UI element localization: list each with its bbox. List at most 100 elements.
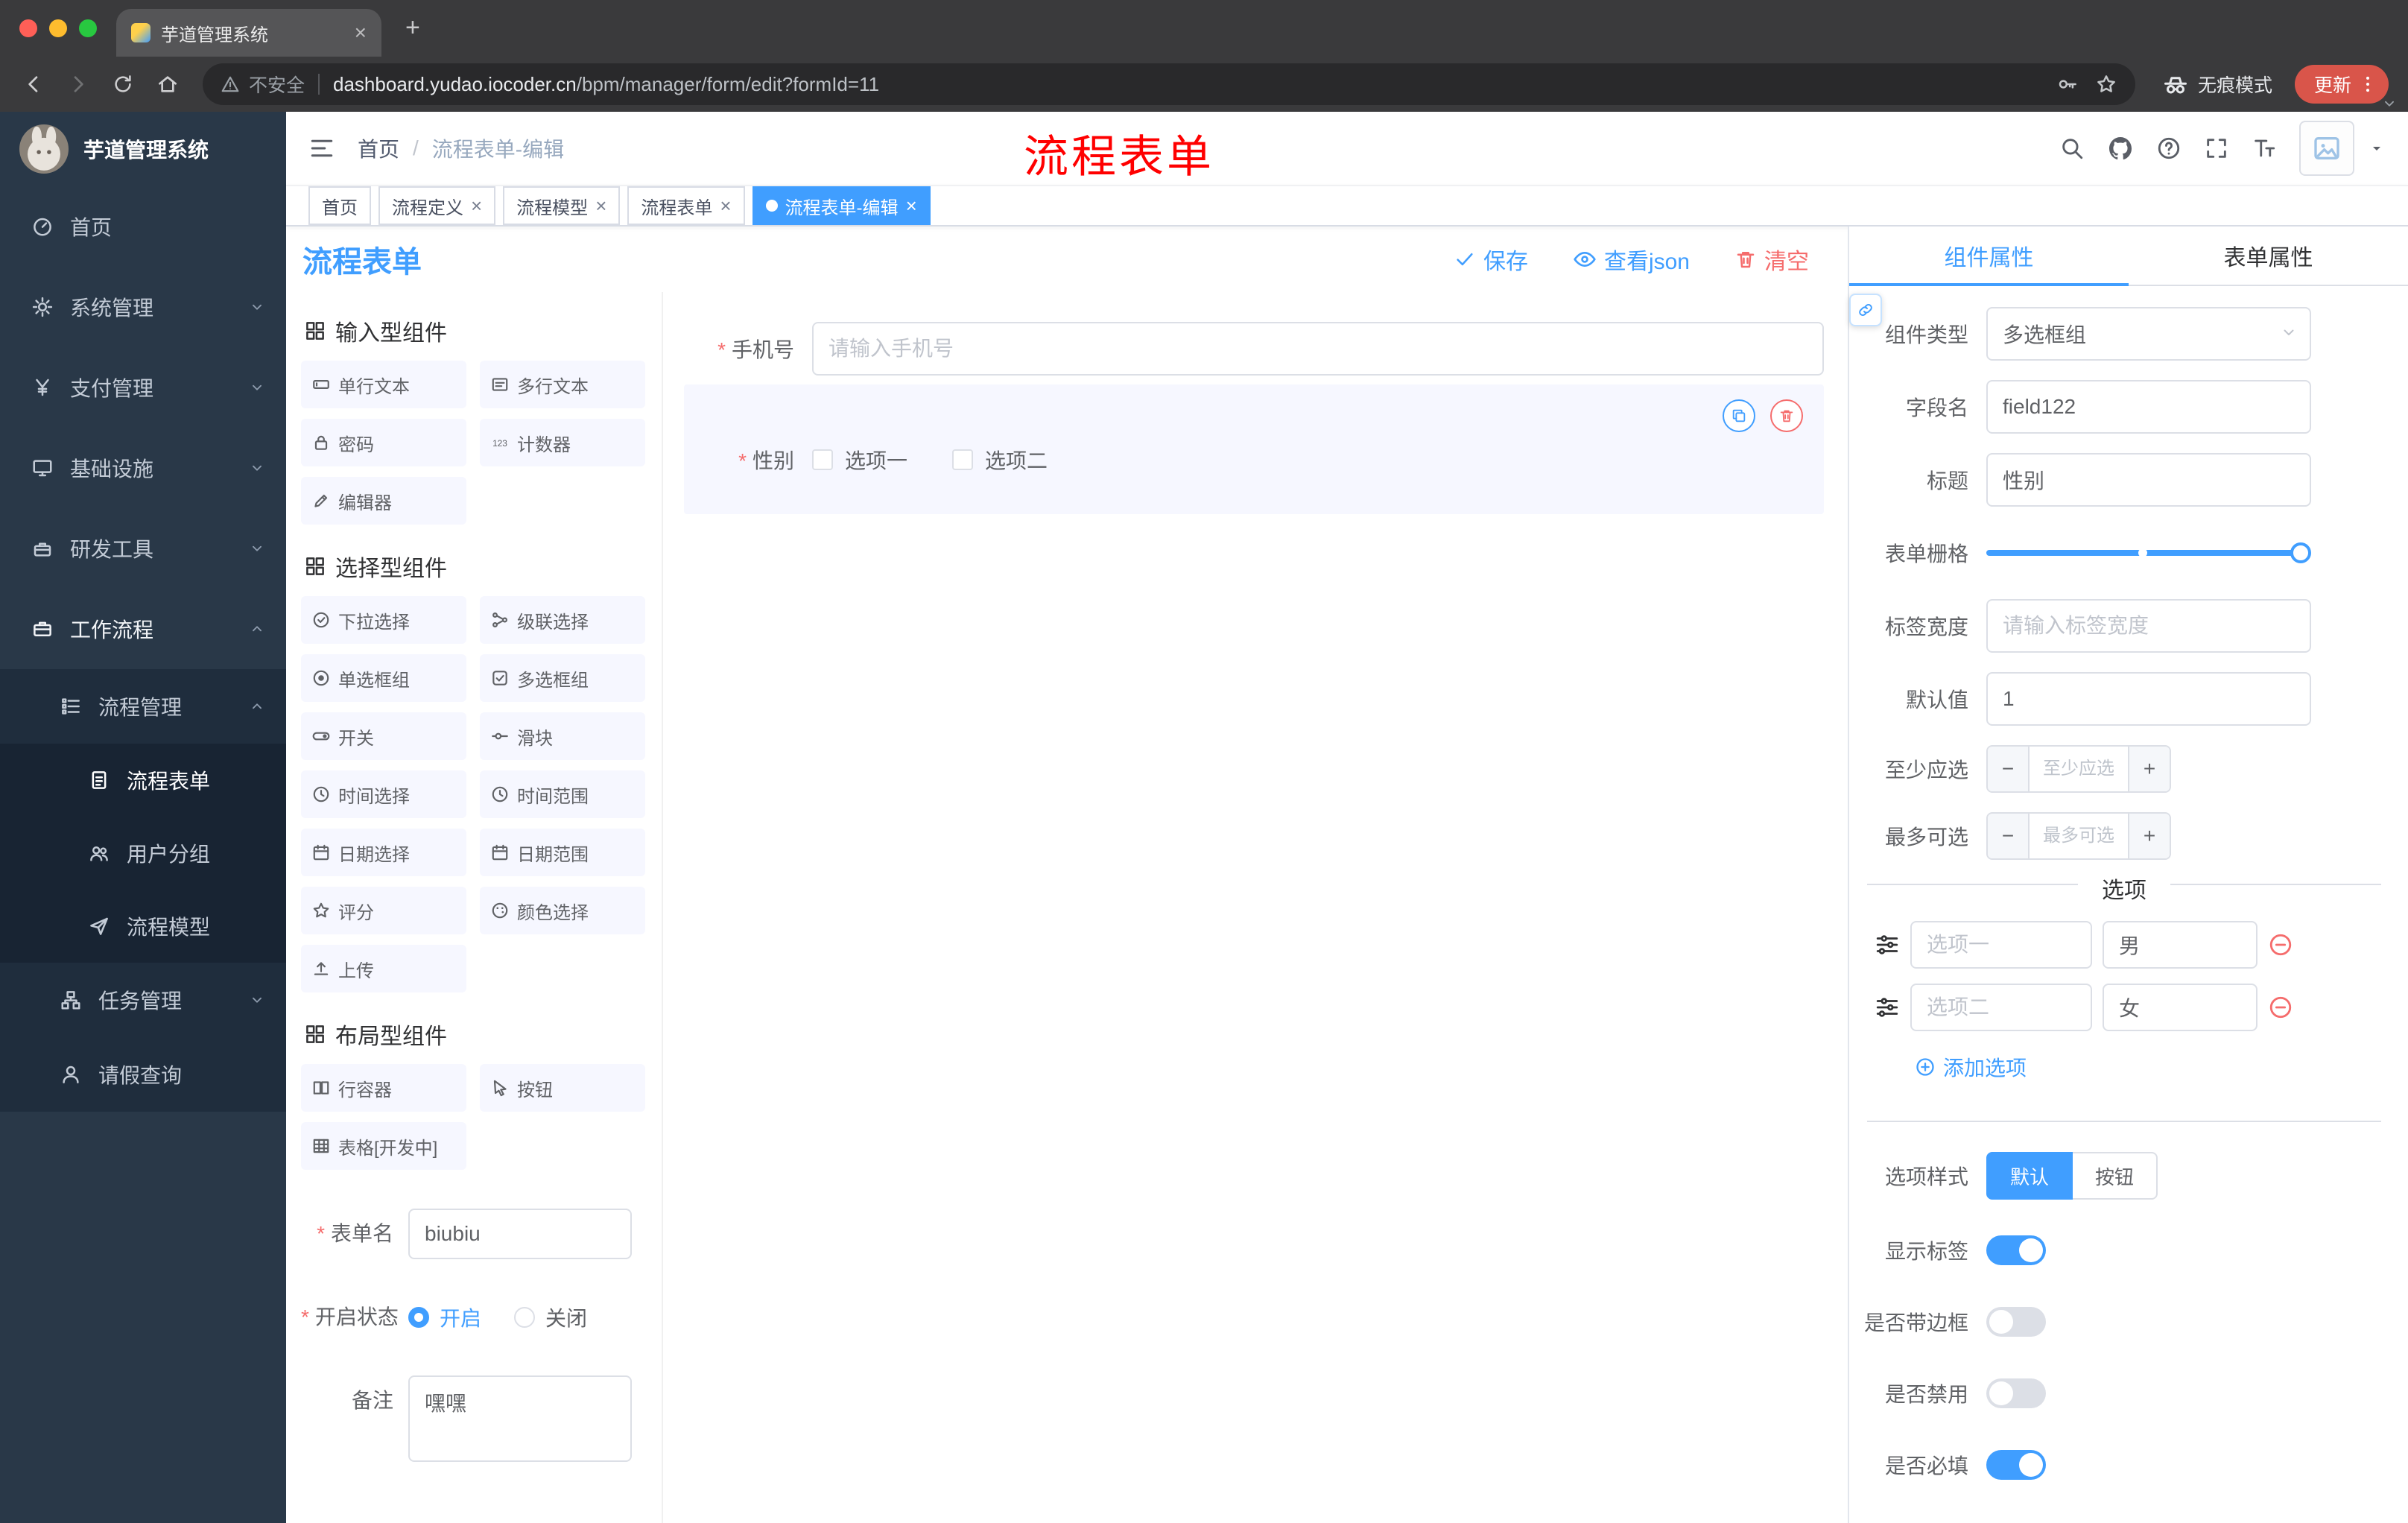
component-item[interactable]: 行容器 [301,1064,466,1112]
decrease-button[interactable]: − [1988,814,2030,858]
link-button[interactable] [1849,294,1882,326]
component-item[interactable]: 日期选择 [301,829,466,876]
sidebar-item-pay[interactable]: 支付管理 [0,347,286,428]
component-item[interactable]: 按钮 [480,1064,645,1112]
caret-down-icon[interactable] [2368,139,2386,157]
component-item[interactable]: 时间选择 [301,770,466,818]
sidebar-item-dev-tools[interactable]: 研发工具 [0,508,286,589]
security-label[interactable]: 不安全 [249,71,305,98]
component-item[interactable]: 编辑器 [301,477,466,525]
close-icon[interactable]: × [471,196,482,215]
remark-textarea[interactable]: 嘿嘿 [408,1375,632,1462]
password-key-icon[interactable] [2056,73,2079,95]
tab-close-icon[interactable]: × [355,22,367,43]
border-switch[interactable] [1986,1307,2046,1337]
tag-process-model[interactable]: 流程模型 × [503,186,621,225]
drag-handle-icon[interactable] [1875,932,1900,957]
clear-button[interactable]: 清空 [1734,243,1809,276]
form-name-input[interactable] [408,1209,632,1259]
slider-track[interactable] [1986,542,2311,563]
sidebar-item-workflow[interactable]: 工作流程 [0,589,286,669]
option2-label-input[interactable] [1910,984,2092,1031]
max-select-input[interactable] [2030,814,2128,858]
save-button[interactable]: 保存 [1454,243,1528,276]
tab-form-props[interactable]: 表单属性 [2129,227,2408,285]
add-option-button[interactable]: 添加选项 [1915,1049,2384,1085]
sidebar-item-process-model[interactable]: 流程模型 [0,890,286,963]
minimize-window-button[interactable] [49,19,67,37]
tag-process-form-edit[interactable]: 流程表单-编辑 × [752,186,931,225]
chevron-down-icon[interactable] [2381,95,2398,112]
sidebar-item-leave-query[interactable]: 请假查询 [0,1037,286,1112]
component-item[interactable]: 颜色选择 [480,887,645,934]
delete-field-button[interactable] [1770,399,1803,432]
sidebar-item-process-management[interactable]: 流程管理 [0,669,286,744]
remove-option-icon[interactable] [2268,932,2293,957]
component-item[interactable]: 开关 [301,712,466,760]
required-switch[interactable] [1986,1450,2046,1480]
sidebar-item-system[interactable]: 系统管理 [0,267,286,347]
component-item[interactable]: 计数器 [480,419,645,466]
component-item[interactable]: 表格[开发中] [301,1122,466,1170]
show-label-switch[interactable] [1986,1235,2046,1265]
label-width-input[interactable] [1986,599,2311,653]
new-tab-button[interactable]: + [405,15,420,40]
component-item[interactable]: 级联选择 [480,596,645,644]
component-item[interactable]: 下拉选择 [301,596,466,644]
option1-label-input[interactable] [1910,921,2092,969]
component-item[interactable]: 多选框组 [480,654,645,702]
increase-button[interactable]: + [2128,747,2170,791]
checkbox-option-1[interactable]: 选项一 [812,445,907,475]
duplicate-field-button[interactable] [1723,399,1755,432]
search-icon[interactable] [2059,136,2085,161]
zoom-window-button[interactable] [79,19,97,37]
title-input[interactable] [1986,453,2311,507]
remove-option-icon[interactable] [2268,995,2293,1020]
help-icon[interactable] [2156,136,2182,161]
fullscreen-icon[interactable] [2204,136,2229,161]
close-icon[interactable]: × [595,196,606,215]
radio-enabled[interactable]: 开启 [408,1302,481,1332]
tag-process-form[interactable]: 流程表单 × [627,186,745,225]
tab-component-props[interactable]: 组件属性 [1849,227,2129,286]
tag-process-definition[interactable]: 流程定义 × [378,186,496,225]
font-size-icon[interactable] [2252,136,2277,161]
drag-handle-icon[interactable] [1875,995,1900,1020]
close-icon[interactable]: × [720,196,731,215]
sidebar-item-home[interactable]: 首页 [0,186,286,267]
tag-home[interactable]: 首页 [308,186,371,225]
home-button[interactable] [148,64,188,104]
default-value-input[interactable] [1986,672,2311,726]
grid-slider[interactable] [1986,526,2311,580]
forward-button[interactable] [58,64,98,104]
option1-value-input[interactable] [2103,921,2258,969]
radio-disabled[interactable]: 关闭 [514,1302,587,1332]
component-item[interactable]: 日期范围 [480,829,645,876]
address-bar[interactable]: 不安全 dashboard.yudao.iocoder.cn /bpm/mana… [203,63,2135,105]
back-button[interactable] [13,64,54,104]
view-json-button[interactable]: 查看json [1573,243,1690,276]
sidebar-item-task-management[interactable]: 任务管理 [0,963,286,1037]
reload-button[interactable] [103,64,143,104]
style-default-button[interactable]: 默认 [1986,1152,2073,1200]
component-item[interactable]: 单行文本 [301,361,466,408]
browser-tab[interactable]: 芋道管理系统 × [116,9,381,57]
sidebar-item-infra[interactable]: 基础设施 [0,428,286,508]
component-item[interactable]: 多行文本 [480,361,645,408]
avatar[interactable] [2299,121,2354,176]
kebab-menu-icon[interactable] [2357,74,2378,95]
component-item[interactable]: 时间范围 [480,770,645,818]
phone-input[interactable] [812,322,1824,376]
checkbox-option-2[interactable]: 选项二 [952,445,1048,475]
component-item[interactable]: 滑块 [480,712,645,760]
sidebar-toggle-icon[interactable] [308,135,335,162]
bookmark-star-icon[interactable] [2095,73,2117,95]
slider-handle[interactable] [2290,542,2311,563]
option2-value-input[interactable] [2103,984,2258,1031]
breadcrumb-home[interactable]: 首页 [358,133,399,163]
increase-button[interactable]: + [2128,814,2170,858]
sidebar-item-process-form[interactable]: 流程表单 [0,744,286,817]
component-item[interactable]: 上传 [301,945,466,992]
component-type-select[interactable] [1986,307,2311,361]
min-select-input[interactable] [2030,747,2128,791]
